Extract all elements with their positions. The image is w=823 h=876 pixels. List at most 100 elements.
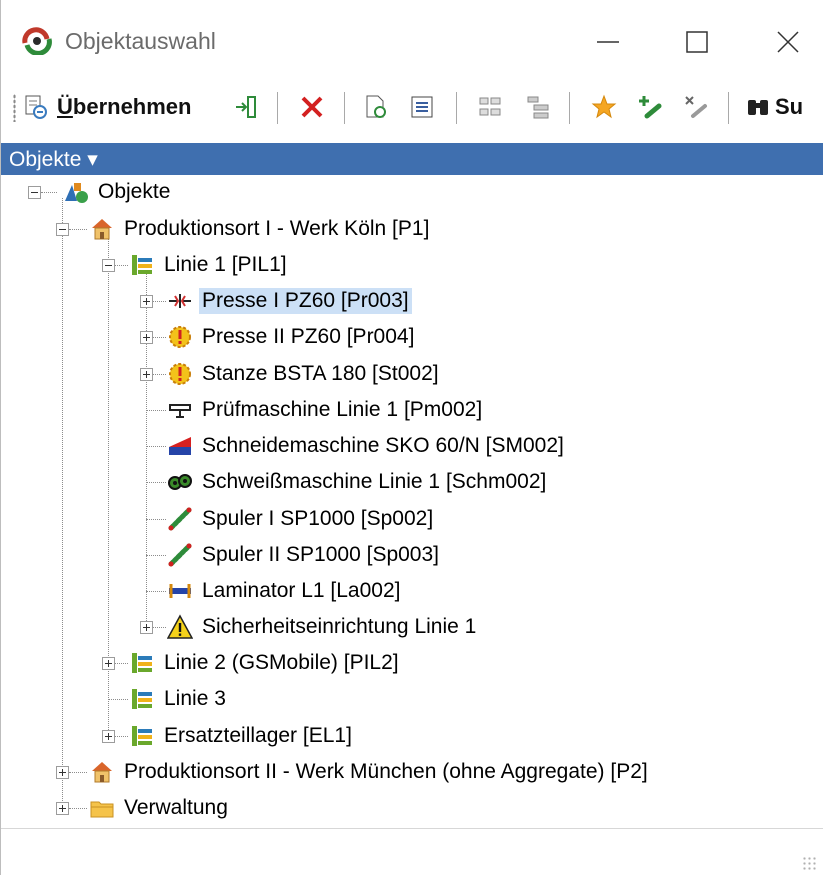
tree-node-presse2[interactable]: Presse II PZ60 [Pr004]	[167, 320, 417, 354]
test-machine-icon	[167, 397, 193, 423]
expander-objekte[interactable]	[28, 186, 41, 199]
expander-ersatz[interactable]	[102, 730, 115, 743]
object-tree: Objekte Produktionsort I - Werk Köln [P1…	[1, 175, 823, 819]
window-title: Objektauswahl	[65, 28, 216, 54]
laminator-icon	[167, 578, 193, 604]
maximize-icon	[686, 31, 708, 53]
tree-node-pruef[interactable]: Prüfmaschine Linie 1 [Pm002]	[167, 393, 485, 427]
tree-node-presse1[interactable]: Presse I PZ60 [Pr003]	[167, 284, 412, 318]
tree-collapse-icon	[525, 94, 551, 120]
close-icon	[777, 31, 799, 53]
tree-label: Sicherheitseinrichtung Linie 1	[202, 615, 477, 638]
tree-label: Spuler I SP1000 [Sp002]	[202, 507, 434, 530]
production-line-icon	[129, 723, 155, 749]
add-link-icon	[637, 94, 663, 120]
production-line-icon	[129, 686, 155, 712]
spooler-icon	[167, 542, 193, 568]
tree-node-objekte[interactable]: Objekte	[63, 175, 173, 209]
tree-node-schneide[interactable]: Schneidemaschine SKO 60/N [SM002]	[167, 429, 567, 463]
expander-presse2[interactable]	[140, 331, 153, 344]
apply-button[interactable]: Übernehmen	[23, 90, 191, 124]
tree-label: Objekte	[98, 180, 171, 203]
tree-node-schweiss[interactable]: Schweißmaschine Linie 1 [Schm002]	[167, 465, 549, 499]
status-bar	[1, 828, 823, 876]
document-refresh-icon	[363, 94, 389, 120]
search-label: Su	[775, 94, 804, 119]
refresh-document-button[interactable]	[363, 90, 389, 124]
objects-root-icon	[63, 179, 89, 205]
objects-header-menu[interactable]: Objekte ▾	[1, 143, 823, 175]
tree-label-selected: Presse I PZ60 [Pr003]	[199, 288, 412, 314]
apply-icon	[23, 94, 49, 120]
apply-close-button[interactable]	[233, 90, 259, 124]
app-refresh-icon	[21, 27, 53, 56]
binoculars-icon	[745, 94, 771, 120]
collapse-all-button[interactable]	[525, 90, 551, 124]
tree-node-sicherheit[interactable]: Sicherheitseinrichtung Linie 1	[167, 610, 479, 644]
production-line-icon	[129, 252, 155, 278]
expander-p2[interactable]	[56, 766, 69, 779]
expander-linie2[interactable]	[102, 657, 115, 670]
expander-stanze[interactable]	[140, 368, 153, 381]
tree-node-linie1[interactable]: Linie 1 [PIL1]	[129, 248, 290, 282]
house-icon	[89, 216, 115, 242]
resize-grip[interactable]	[802, 856, 816, 870]
maximize-button[interactable]	[665, 18, 731, 66]
expander-verwaltung[interactable]	[56, 802, 69, 815]
expander-p1[interactable]	[56, 223, 69, 236]
tree-label: Linie 3	[164, 687, 226, 710]
tree-label: Linie 1 [PIL1]	[164, 253, 287, 276]
tree-expand-icon	[477, 94, 503, 120]
tree-label: Produktionsort I - Werk Köln [P1]	[124, 217, 430, 240]
production-line-icon	[129, 650, 155, 676]
press-icon	[167, 288, 193, 314]
star-icon	[591, 94, 617, 120]
add-link-button[interactable]	[637, 90, 663, 124]
welding-gears-icon	[167, 469, 193, 495]
tree-node-linie2[interactable]: Linie 2 (GSMobile) [PIL2]	[129, 646, 402, 680]
tree-label: Schneidemaschine SKO 60/N [SM002]	[202, 434, 564, 457]
delete-x-icon	[299, 94, 325, 120]
tree-node-p1[interactable]: Produktionsort I - Werk Köln [P1]	[89, 212, 432, 246]
warning-gear-icon	[167, 324, 193, 350]
tree-node-spuler1[interactable]: Spuler I SP1000 [Sp002]	[167, 502, 436, 536]
tree-node-laminator[interactable]: Laminator L1 [La002]	[167, 574, 403, 608]
search-button[interactable]: Su	[745, 90, 803, 124]
favorite-button[interactable]	[591, 90, 617, 124]
house-icon	[89, 759, 115, 785]
expander-linie1[interactable]	[102, 259, 115, 272]
list-view-button[interactable]	[409, 90, 435, 124]
minimize-button[interactable]	[576, 18, 642, 66]
objects-header-label: Objekte ▾	[9, 148, 98, 171]
cutting-machine-icon	[167, 433, 193, 459]
close-button[interactable]	[756, 18, 822, 66]
remove-link-icon	[683, 94, 709, 120]
object-selection-window: Objektauswahl Übernehmen Su Objekte ▾ Ob…	[0, 0, 823, 876]
tree-node-spuler2[interactable]: Spuler II SP1000 [Sp003]	[167, 538, 442, 572]
list-icon	[409, 94, 435, 120]
tree-node-linie3[interactable]: Linie 3	[129, 682, 229, 716]
remove-link-button[interactable]	[683, 90, 709, 124]
tree-label: Spuler II SP1000 [Sp003]	[202, 543, 439, 566]
apply-close-icon	[233, 94, 259, 120]
expand-all-button[interactable]	[477, 90, 503, 124]
minimize-icon	[597, 41, 619, 43]
toolbar: Übernehmen Su	[1, 84, 823, 132]
tree-label: Stanze BSTA 180 [St002]	[202, 362, 439, 385]
apply-label: Übernehmen	[57, 94, 192, 119]
tree-node-ersatz[interactable]: Ersatzteillager [EL1]	[129, 719, 355, 753]
delete-button[interactable]	[299, 90, 325, 124]
title-bar: Objektauswahl	[1, 0, 823, 84]
tree-label: Produktionsort II - Werk München (ohne A…	[124, 760, 648, 783]
warning-triangle-icon	[167, 614, 193, 640]
tree-node-p2[interactable]: Produktionsort II - Werk München (ohne A…	[89, 755, 651, 789]
tree-label: Laminator L1 [La002]	[202, 579, 401, 602]
expander-presse1[interactable]	[140, 295, 153, 308]
expander-sicherheit[interactable]	[140, 621, 153, 634]
toolbar-grip[interactable]	[13, 94, 16, 122]
tree-node-verwaltung[interactable]: Verwaltung	[89, 791, 231, 825]
tree-node-stanze[interactable]: Stanze BSTA 180 [St002]	[167, 357, 442, 391]
warning-gear-icon	[167, 361, 193, 387]
tree-label: Linie 2 (GSMobile) [PIL2]	[164, 651, 399, 674]
spooler-icon	[167, 506, 193, 532]
